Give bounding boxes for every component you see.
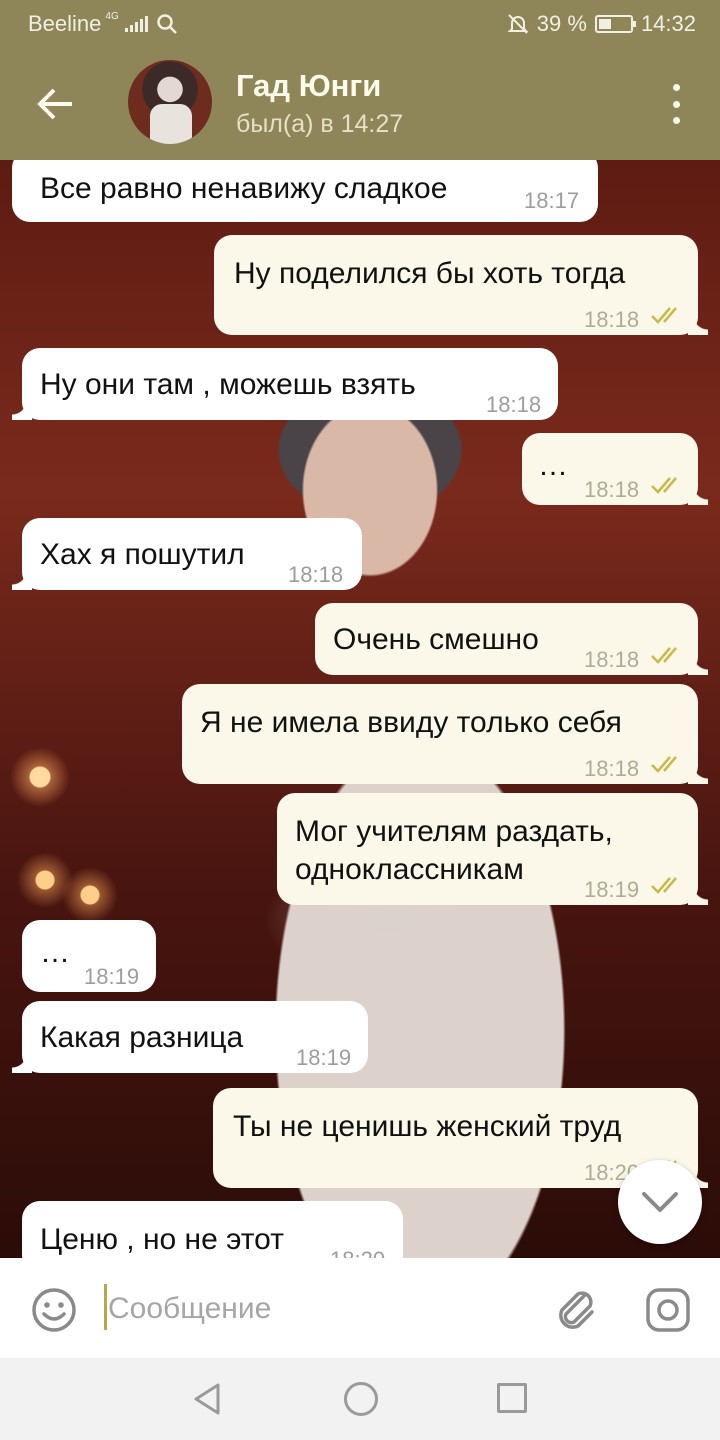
message-text-line-2: одноклассникам bbox=[295, 853, 524, 886]
double-check-icon bbox=[651, 307, 677, 324]
nav-home-icon[interactable] bbox=[344, 1382, 378, 1416]
message-time: 18:17 bbox=[524, 188, 580, 213]
message-text: Очень смешно bbox=[333, 623, 539, 656]
message-time: 18:20 bbox=[330, 1243, 385, 1258]
message-time: 18:18 bbox=[584, 307, 640, 332]
message-bubble[interactable]: Ну поделился бы хоть тогда 18:18 bbox=[214, 235, 708, 335]
message-input[interactable]: Сообщение bbox=[108, 1292, 271, 1326]
paperclip-icon[interactable] bbox=[554, 1286, 598, 1332]
message-text: Ты не ценишь женский труд bbox=[233, 1110, 622, 1143]
battery-percent: 39 % bbox=[536, 11, 587, 36]
message-bubble[interactable]: Я не имела ввиду только себя 18:18 bbox=[182, 684, 708, 784]
text-cursor bbox=[104, 1284, 107, 1330]
battery-icon bbox=[594, 15, 636, 33]
message-time: 18:19 bbox=[584, 877, 640, 902]
double-check-icon bbox=[651, 647, 677, 664]
message-time: 18:19 bbox=[296, 1045, 352, 1070]
clock: 14:32 bbox=[640, 11, 696, 36]
camera-icon[interactable] bbox=[644, 1286, 692, 1334]
avatar[interactable] bbox=[128, 60, 212, 144]
message-bubble[interactable]: Ценю , но не этот 18:20 bbox=[12, 1201, 403, 1258]
message-bubble[interactable]: … 18:19 bbox=[22, 920, 156, 992]
message-time: 18:18 bbox=[486, 392, 542, 417]
double-check-icon bbox=[651, 756, 677, 773]
message-bubble[interactable]: … 18:18 bbox=[522, 433, 708, 505]
message-text: Все равно ненавижу сладкое bbox=[40, 172, 448, 205]
message-text: Ну поделился бы хоть тогда bbox=[234, 257, 626, 290]
more-vertical-icon[interactable] bbox=[666, 84, 686, 124]
message-time: 18:18 bbox=[584, 756, 640, 781]
scroll-to-bottom-button[interactable] bbox=[618, 1160, 702, 1244]
last-seen-status: был(а) в 14:27 bbox=[236, 110, 404, 138]
nav-back-icon[interactable] bbox=[190, 1382, 224, 1416]
nav-recents-icon[interactable] bbox=[497, 1383, 527, 1413]
message-composer: Сообщение bbox=[0, 1258, 720, 1358]
message-time: 18:18 bbox=[288, 562, 344, 587]
message-bubble[interactable]: Хах я пошутил 18:18 bbox=[12, 518, 362, 590]
message-bubble[interactable]: Какая разница 18:19 bbox=[12, 1001, 368, 1073]
message-text-line-1: Мог учителям раздать, bbox=[295, 815, 613, 848]
message-text: Какая разница bbox=[40, 1021, 244, 1054]
double-check-icon bbox=[651, 477, 677, 494]
smiley-icon[interactable] bbox=[30, 1286, 78, 1334]
message-text: … bbox=[40, 936, 70, 969]
message-bubble[interactable]: Все равно ненавижу сладкое 18:17 bbox=[12, 160, 598, 222]
status-bar: Beeline 4G 39 % 14:32 bbox=[0, 0, 720, 48]
network-type: 4G bbox=[105, 10, 119, 22]
battery-fill bbox=[598, 19, 611, 29]
signal-icon bbox=[124, 16, 148, 32]
message-list[interactable]: Все равно ненавижу сладкое 18:17 Ну поде… bbox=[0, 160, 720, 1258]
mute-bell-icon bbox=[507, 14, 529, 34]
message-text: … bbox=[538, 449, 568, 482]
search-icon bbox=[156, 14, 177, 34]
message-text: Хах я пошутил bbox=[40, 538, 245, 571]
chat-header: Гад Юнги был(а) в 14:27 bbox=[0, 48, 720, 160]
double-check-icon bbox=[651, 877, 677, 894]
contact-name[interactable]: Гад Юнги bbox=[236, 68, 381, 104]
system-nav-bar bbox=[0, 1358, 720, 1440]
carrier-name: Beeline bbox=[28, 11, 102, 36]
message-bubble[interactable]: Мог учителям раздать, одноклассникам 18:… bbox=[277, 793, 708, 905]
message-bubble[interactable]: Очень смешно 18:18 bbox=[315, 603, 708, 675]
arrow-left-icon[interactable] bbox=[30, 76, 80, 132]
message-text: Я не имела ввиду только себя bbox=[200, 706, 622, 739]
message-bubble[interactable]: Ну они там , можешь взять 18:18 bbox=[12, 348, 558, 420]
message-text: Ценю , но не этот bbox=[40, 1223, 284, 1256]
message-time: 18:18 bbox=[584, 477, 640, 502]
message-time: 18:18 bbox=[584, 647, 640, 672]
chevron-down-icon bbox=[642, 1192, 678, 1212]
message-time: 18:19 bbox=[84, 964, 140, 989]
message-text: Ну они там , можешь взять bbox=[40, 368, 416, 401]
